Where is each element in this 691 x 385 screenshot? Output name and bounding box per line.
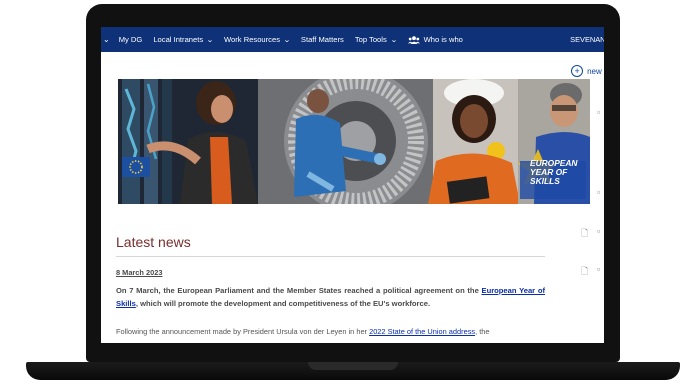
nav-label: Who is who bbox=[423, 35, 463, 44]
file-icon[interactable]: 🗋 bbox=[581, 226, 588, 242]
new-link-label: new lin bbox=[587, 66, 604, 76]
document-icon[interactable]: ▫ bbox=[597, 187, 600, 197]
chevron-down-icon: ⌄ bbox=[206, 36, 214, 44]
news-lead: On 7 March, the European Parliament and … bbox=[116, 285, 545, 310]
lead-text: , which will promote the development and… bbox=[135, 298, 431, 308]
chevron-down-icon[interactable]: ⌄ bbox=[103, 35, 110, 44]
eys-line: SKILLS bbox=[530, 176, 560, 186]
nav-item-my-dg[interactable]: My DG bbox=[119, 35, 143, 44]
eys-logo: EUROPEAN YEAR OF SKILLS bbox=[530, 159, 577, 186]
nav-item-local-intranets[interactable]: Local Intranets ⌄ bbox=[153, 35, 214, 44]
document-icon[interactable]: ▫ bbox=[597, 226, 600, 236]
chevron-down-icon: ⌄ bbox=[283, 36, 291, 44]
paragraph-text: , the bbox=[475, 327, 490, 336]
news-date[interactable]: 8 March 2023 bbox=[116, 268, 162, 277]
user-name[interactable]: SEVENANT bbox=[570, 35, 604, 44]
section-heading: Latest news bbox=[116, 234, 191, 250]
plus-icon: + bbox=[571, 65, 584, 77]
nav-item-top-tools[interactable]: Top Tools ⌄ bbox=[354, 35, 398, 44]
nav-item-who-is-who[interactable]: Who is who bbox=[407, 35, 463, 44]
document-icon[interactable]: ▫ bbox=[597, 264, 600, 274]
nav-item-work-resources[interactable]: Work Resources ⌄ bbox=[224, 35, 291, 44]
divider bbox=[116, 256, 545, 257]
laptop-notch bbox=[308, 362, 398, 370]
nav-label: My DG bbox=[118, 35, 143, 44]
eu-flag-icon bbox=[122, 157, 150, 177]
chevron-down-icon: ⌄ bbox=[389, 36, 398, 44]
file-icon[interactable]: 🗋 bbox=[581, 264, 588, 280]
nav-label: Work Resources bbox=[224, 35, 281, 44]
new-link-button[interactable]: + new lin bbox=[571, 65, 604, 77]
nav-label: Staff Matters bbox=[300, 35, 344, 44]
top-navigation: ⌄ My DG Local Intranets ⌄ Work Resources… bbox=[101, 27, 604, 52]
nav-item-staff-matters[interactable]: Staff Matters bbox=[301, 35, 344, 44]
nav-label: Top Tools bbox=[354, 35, 387, 44]
news-paragraph: Following the announcement made by Presi… bbox=[116, 326, 548, 338]
people-icon bbox=[407, 35, 420, 44]
hero-banner[interactable]: EUROPEAN YEAR OF SKILLS bbox=[118, 79, 590, 204]
document-icon[interactable]: ▫ bbox=[597, 107, 600, 117]
banner-image bbox=[118, 79, 590, 204]
screen: ⌄ My DG Local Intranets ⌄ Work Resources… bbox=[101, 27, 604, 343]
nav-label: Local Intranets bbox=[153, 35, 204, 44]
paragraph-text: Following the announcement made by Presi… bbox=[116, 327, 370, 336]
state-of-the-union-link[interactable]: 2022 State of the Union address bbox=[369, 327, 475, 336]
lead-text: On 7 March, the European Parliament and … bbox=[116, 286, 482, 295]
